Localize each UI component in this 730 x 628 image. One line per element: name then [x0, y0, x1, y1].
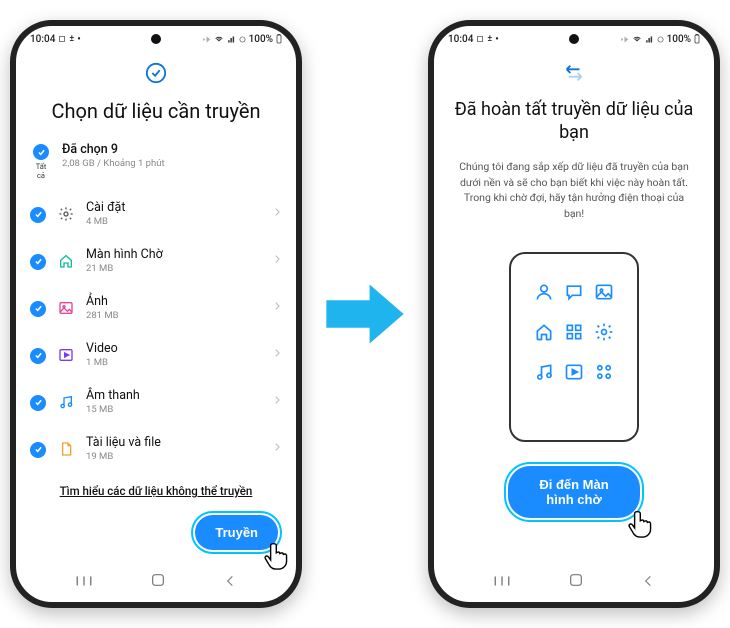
row-size: 4 MB [86, 216, 261, 227]
nav-back-icon[interactable] [223, 573, 237, 592]
chevron-right-icon [272, 204, 282, 223]
chevron-right-icon [272, 345, 282, 364]
checkbox[interactable] [30, 442, 46, 458]
select-all-row[interactable]: Tất cả Đã chọn 9 2,08 GB / Khoảng 1 phút [30, 138, 282, 190]
chevron-right-icon [272, 392, 282, 411]
data-row-document[interactable]: Tài liệu và file19 MB [30, 425, 282, 472]
image-icon [57, 299, 75, 317]
status-time: 10:04 [30, 34, 55, 45]
play-icon [564, 362, 584, 386]
status-time: 10:04 [448, 34, 473, 45]
row-title: Âm thanh [86, 388, 261, 403]
row-size: 19 MB [86, 451, 261, 462]
page-title: Chọn dữ liệu cần truyền [30, 98, 282, 124]
android-nav-bar [434, 562, 714, 602]
play-icon [57, 346, 75, 364]
nav-recent-icon[interactable] [75, 573, 93, 592]
learn-more-link[interactable]: Tìm hiểu các dữ liệu không thể truyền [30, 484, 282, 498]
grid-icon [564, 322, 584, 346]
gear-icon [57, 205, 75, 223]
tutorial-step: 10:04 ± • 100% Chọn dữ li [0, 0, 730, 628]
document-icon [57, 440, 75, 458]
image-icon [594, 282, 614, 306]
chevron-right-icon [272, 251, 282, 270]
checkbox[interactable] [30, 207, 46, 223]
person-icon [534, 282, 554, 306]
go-home-button[interactable]: Đi đến Màn hình chờ [508, 466, 640, 518]
nav-recent-icon[interactable] [493, 573, 511, 592]
apps-icon [594, 362, 614, 386]
phone-left: 10:04 ± • 100% Chọn dữ li [10, 20, 302, 608]
camera-hole [151, 34, 161, 44]
checkmark-circle-icon [30, 62, 282, 88]
row-size: 21 MB [86, 263, 261, 274]
android-nav-bar [16, 562, 296, 602]
nav-home-icon[interactable] [150, 572, 166, 592]
row-size: 1 MB [86, 357, 261, 368]
music-icon [57, 393, 75, 411]
phone-right: 10:04 ± • 100% Đã hoàn tấ [428, 20, 720, 608]
data-row-music[interactable]: Âm thanh15 MB [30, 378, 282, 425]
nav-back-icon[interactable] [641, 573, 655, 592]
page-title: Đã hoàn tất truyền dữ liệu của bạn [448, 98, 700, 145]
row-size: 281 MB [86, 310, 261, 321]
row-title: Ảnh [86, 294, 261, 309]
selected-count: Đã chọn 9 [62, 142, 282, 157]
page-description: Chúng tôi đang sắp xếp dữ liệu đã truyền… [448, 159, 700, 222]
button-highlight: Đi đến Màn hình chờ [504, 462, 644, 522]
status-battery: 100% [667, 34, 691, 45]
row-size: 15 MB [86, 404, 261, 415]
chat-icon [564, 282, 584, 306]
chevron-right-icon [272, 439, 282, 458]
music-icon [534, 362, 554, 386]
row-title: Tài liệu và file [86, 435, 261, 450]
nav-home-icon[interactable] [568, 572, 584, 592]
gear-icon [594, 322, 614, 346]
data-row-image[interactable]: Ảnh281 MB [30, 284, 282, 331]
phone-illustration [509, 252, 639, 442]
data-row-gear[interactable]: Cài đặt4 MB [30, 190, 282, 237]
data-type-list: Cài đặt4 MBMàn hình Chờ21 MBẢnh281 MBVid… [30, 190, 282, 472]
data-row-home[interactable]: Màn hình Chờ21 MB [30, 237, 282, 284]
pointer-hand-icon [624, 506, 658, 540]
step-arrow-icon [318, 268, 413, 360]
checkbox-all[interactable] [33, 144, 49, 160]
row-title: Cài đặt [86, 200, 261, 215]
status-battery: 100% [249, 34, 273, 45]
home-icon [57, 252, 75, 270]
checkbox[interactable] [30, 395, 46, 411]
home-icon [534, 322, 554, 346]
chevron-right-icon [272, 298, 282, 317]
select-all-label: Tất cả [31, 162, 51, 180]
checkbox[interactable] [30, 348, 46, 364]
transfer-back-icon [448, 62, 700, 88]
row-title: Màn hình Chờ [86, 247, 261, 262]
data-row-play[interactable]: Video1 MB [30, 331, 282, 378]
selected-size: 2,08 GB / Khoảng 1 phút [62, 158, 282, 169]
row-title: Video [86, 341, 261, 356]
camera-hole [569, 34, 579, 44]
checkbox[interactable] [30, 301, 46, 317]
checkbox[interactable] [30, 254, 46, 270]
